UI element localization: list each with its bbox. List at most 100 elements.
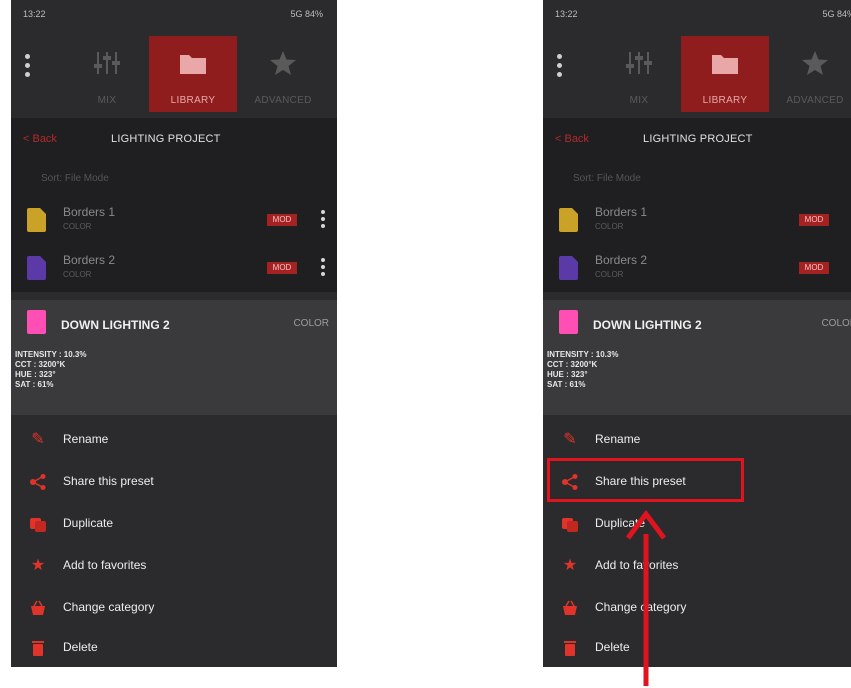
overflow-menu-icon[interactable] [557, 54, 563, 81]
preset-name: DOWN LIGHTING 2 [593, 318, 702, 332]
tab-library-label: LIBRARY [702, 95, 748, 106]
page-title: LIGHTING PROJECT [643, 133, 753, 145]
tab-library-label: LIBRARY [170, 95, 216, 106]
pencil-icon: ✎ [31, 431, 45, 448]
menu-item-rename[interactable]: ✎ Rename [11, 419, 337, 461]
tab-advanced-label: ADVANCED [786, 95, 844, 106]
status-system: 5G 84% [290, 9, 323, 19]
more-options-icon[interactable] [321, 210, 326, 231]
preset-file-icon [559, 310, 578, 334]
property-sat: SAT : 61% [547, 380, 586, 389]
status-system: 5G 84% [822, 9, 851, 19]
list-item[interactable]: Borders 1 COLOR MOD [543, 196, 851, 244]
duplicate-icon [30, 518, 46, 532]
menu-item-rename[interactable]: ✎ Rename [543, 419, 851, 461]
file-icon [559, 208, 578, 232]
share-icon [30, 474, 46, 490]
preset-file-icon [27, 310, 46, 334]
back-button[interactable]: < Back [23, 133, 57, 145]
list-item[interactable]: Borders 2 COLOR MOD [11, 244, 337, 292]
menu-item-label: Duplicate [63, 516, 114, 530]
preset-properties: INTENSITY : 10.3% CCT : 3200°K HUE : 323… [15, 350, 86, 390]
menu-item-change-category[interactable]: Change category [11, 587, 337, 629]
sort-bar[interactable]: Sort: File Mode [11, 162, 337, 196]
menu-item-label: Delete [63, 640, 98, 654]
status-badge: MOD [799, 262, 829, 274]
tab-mix[interactable]: MIX [63, 36, 151, 112]
status-time: 13:22 [555, 9, 578, 19]
basket-icon [563, 600, 577, 615]
tab-advanced[interactable]: ADVANCED [239, 36, 327, 112]
star-icon [802, 51, 828, 75]
status-badge: MOD [799, 214, 829, 226]
tab-mix-label: MIX [97, 95, 117, 106]
status-badge: MOD [267, 262, 297, 274]
tab-library[interactable]: LIBRARY [681, 36, 769, 112]
menu-item-favorites[interactable]: ★ Add to favorites [543, 545, 851, 587]
file-category: COLOR [63, 270, 92, 279]
sliders-icon [626, 52, 652, 74]
menu-item-duplicate[interactable]: Duplicate [11, 503, 337, 545]
tab-advanced[interactable]: ADVANCED [771, 36, 851, 112]
pencil-icon: ✎ [563, 431, 577, 448]
trash-icon [32, 641, 44, 656]
duplicate-icon [562, 518, 578, 532]
tab-mix[interactable]: MIX [595, 36, 683, 112]
file-name: Borders 2 [63, 253, 116, 267]
folder-icon [712, 55, 738, 74]
basket-icon [31, 600, 45, 615]
sort-label: Sort: File Mode [41, 173, 109, 184]
menu-item-label: Rename [63, 432, 109, 446]
menu-item-duplicate[interactable]: Duplicate [543, 503, 851, 545]
top-navigation: MIX LIBRARY ADVANCED [543, 26, 851, 118]
preset-category: COLOR [821, 318, 851, 329]
file-name: Borders 2 [595, 253, 648, 267]
property-sat: SAT : 61% [15, 380, 54, 389]
file-name: Borders 1 [595, 205, 648, 219]
highlight-box [547, 458, 744, 502]
page-header: < Back LIGHTING PROJECT [11, 118, 337, 162]
file-category: COLOR [63, 222, 92, 231]
sort-bar[interactable]: Sort: File Mode [543, 162, 851, 196]
overflow-menu-icon[interactable] [25, 54, 31, 81]
page-header: < Back LIGHTING PROJECT [543, 118, 851, 162]
status-bar: 13:22 5G 84% [543, 0, 851, 26]
file-icon [27, 208, 46, 232]
folder-icon [180, 55, 206, 74]
phone-screen-left: 13:22 5G 84% MIX LIBRARY ADVANCED < Back… [11, 0, 337, 667]
arrow-up-icon [626, 509, 666, 686]
more-options-icon[interactable] [321, 258, 326, 279]
menu-item-label: Share this preset [63, 474, 154, 488]
preset-detail: DOWN LIGHTING 2 COLOR INTENSITY : 10.3% … [11, 300, 337, 415]
menu-item-delete[interactable]: Delete [543, 627, 851, 667]
sort-label: Sort: File Mode [573, 173, 641, 184]
status-bar: 13:22 5G 84% [11, 0, 337, 26]
property-intensity: INTENSITY : 10.3% [15, 350, 87, 359]
preset-name: DOWN LIGHTING 2 [61, 318, 170, 332]
top-navigation: MIX LIBRARY ADVANCED [11, 26, 337, 118]
file-icon [559, 256, 578, 280]
property-cct: CCT : 3200°K [547, 360, 598, 369]
tab-advanced-label: ADVANCED [254, 95, 312, 106]
list-item[interactable]: Borders 1 COLOR MOD [11, 196, 337, 244]
star-icon [270, 51, 296, 75]
file-icon [27, 256, 46, 280]
menu-item-change-category[interactable]: Change category [543, 587, 851, 629]
file-name: Borders 1 [63, 205, 116, 219]
menu-item-delete[interactable]: Delete [11, 627, 337, 667]
star-icon: ★ [562, 557, 578, 574]
back-button[interactable]: < Back [555, 133, 589, 145]
menu-item-label: Change category [63, 600, 155, 614]
file-category: COLOR [595, 222, 624, 231]
status-badge: MOD [267, 214, 297, 226]
property-cct: CCT : 3200°K [15, 360, 66, 369]
page-title: LIGHTING PROJECT [111, 133, 221, 145]
property-intensity: INTENSITY : 10.3% [547, 350, 619, 359]
menu-item-share[interactable]: Share this preset [11, 461, 337, 503]
list-item[interactable]: Borders 2 COLOR MOD [543, 244, 851, 292]
file-category: COLOR [595, 270, 624, 279]
tab-library[interactable]: LIBRARY [149, 36, 237, 112]
sliders-icon [94, 52, 120, 74]
status-time: 13:22 [23, 9, 46, 19]
menu-item-favorites[interactable]: ★ Add to favorites [11, 545, 337, 587]
